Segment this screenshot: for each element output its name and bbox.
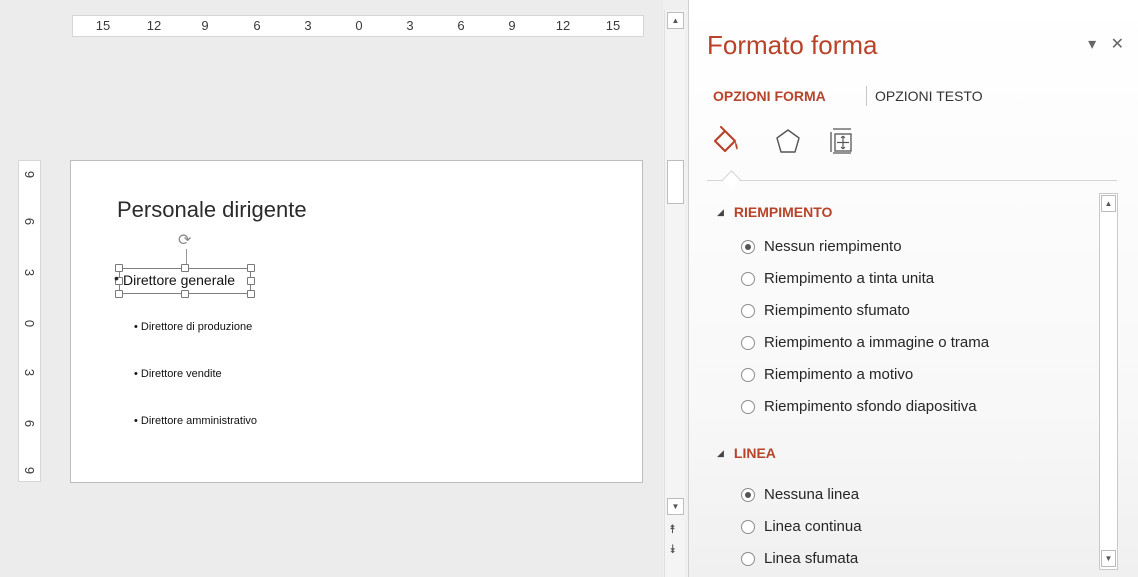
radio[interactable] — [741, 399, 755, 414]
close-icon[interactable]: ✕ — [1111, 36, 1124, 53]
resize-handle[interactable] — [181, 264, 189, 272]
resize-handle[interactable] — [247, 264, 255, 272]
option-solid-line[interactable]: Linea continua — [741, 518, 862, 535]
ruler-tick: 3 — [406, 18, 414, 33]
option-label: Riempimento a tinta unita — [764, 270, 935, 287]
list-item[interactable]: • Direttore di produzione — [134, 321, 252, 333]
ruler-tick: 9 — [508, 18, 516, 33]
bullet: • — [114, 270, 119, 286]
ruler-tick: 12 — [555, 18, 571, 33]
slide-title[interactable]: Personale dirigente — [117, 197, 307, 223]
radio-selected[interactable] — [741, 239, 755, 254]
ruler-tick: 12 — [146, 18, 162, 33]
section-line-title: LINEA — [733, 445, 776, 461]
option-label: Nessuna linea — [764, 486, 860, 503]
ruler-tick: 6 — [21, 419, 37, 427]
option-gradient-fill[interactable]: Riempimento sfumato — [741, 302, 910, 319]
radio-selected[interactable] — [741, 487, 755, 502]
previous-slide-button[interactable]: ⯭ — [669, 522, 676, 537]
ruler-tick: 9 — [21, 466, 37, 474]
option-no-fill[interactable]: Nessun riempimento — [741, 238, 902, 255]
size-properties-icon[interactable] — [827, 126, 857, 156]
pane-scroll-up-button[interactable]: ▲ — [1101, 195, 1116, 212]
ruler-tick: 3 — [21, 268, 37, 276]
option-label: Riempimento a motivo — [764, 366, 914, 383]
horizontal-ruler: 15 12 9 6 3 0 3 6 9 12 15 — [72, 15, 644, 37]
slide-scrollbar[interactable]: ▲ ▼ ⯭ ⯯ — [664, 10, 685, 577]
option-label: Riempimento sfumato — [764, 302, 910, 319]
selected-item-text[interactable]: Direttore generale — [123, 272, 235, 288]
section-line-header[interactable]: ◢ LINEA — [717, 445, 776, 461]
radio[interactable] — [741, 367, 755, 382]
ruler-tick: 15 — [605, 18, 621, 33]
option-no-line[interactable]: Nessuna linea — [741, 486, 859, 503]
list-item[interactable]: • Direttore amministrativo — [134, 415, 257, 427]
ruler-tick: 0 — [21, 319, 37, 327]
ruler-tick: 3 — [304, 18, 312, 33]
option-gradient-line[interactable]: Linea sfumata — [741, 550, 858, 567]
radio[interactable] — [741, 335, 755, 350]
format-shape-pane: Formato forma ▾ ✕ OPZIONI FORMA OPZIONI … — [688, 0, 1138, 577]
ruler-tick: 0 — [355, 18, 363, 33]
option-label: Riempimento a immagine o trama — [764, 334, 990, 351]
collapse-triangle-icon: ◢ — [717, 448, 724, 458]
scroll-down-button[interactable]: ▼ — [667, 498, 684, 515]
tab-divider — [866, 86, 867, 106]
ruler-tick: 6 — [457, 18, 465, 33]
vertical-ruler: 9 6 3 0 3 6 9 — [18, 160, 41, 482]
resize-handle[interactable] — [181, 290, 189, 298]
ruler-tick: 9 — [21, 170, 37, 178]
option-background-fill[interactable]: Riempimento sfondo diapositiva — [741, 398, 977, 415]
option-label: Nessun riempimento — [764, 238, 902, 255]
resize-handle[interactable] — [115, 290, 123, 298]
slide-canvas[interactable]: Personale dirigente ⟳ • Direttore genera… — [70, 160, 643, 483]
resize-handle[interactable] — [247, 277, 255, 285]
radio[interactable] — [741, 551, 755, 566]
resize-handle[interactable] — [247, 290, 255, 298]
ruler-tick: 6 — [253, 18, 261, 33]
option-solid-fill[interactable]: Riempimento a tinta unita — [741, 270, 934, 287]
pane-scrollbar[interactable]: ▲ ▼ — [1099, 193, 1118, 570]
rotate-handle-icon[interactable]: ⟳ — [178, 233, 191, 249]
tab-shape-options[interactable]: OPZIONI FORMA — [713, 88, 826, 104]
effects-icon[interactable] — [773, 126, 803, 156]
section-fill-title: RIEMPIMENTO — [733, 204, 833, 220]
pane-options-icon[interactable]: ▾ — [1088, 36, 1096, 53]
tab-text-options[interactable]: OPZIONI TESTO — [875, 88, 983, 104]
pane-controls: ▾ ✕ — [1078, 34, 1124, 54]
ruler-tick: 6 — [21, 217, 37, 225]
pane-title: Formato forma — [707, 30, 878, 60]
radio[interactable] — [741, 271, 755, 286]
scroll-thumb[interactable] — [667, 160, 684, 204]
ruler-tick: 15 — [95, 18, 111, 33]
fill-line-icon[interactable] — [711, 126, 741, 156]
option-pattern-fill[interactable]: Riempimento a motivo — [741, 366, 913, 383]
ruler-tick: 3 — [21, 368, 37, 376]
category-divider — [707, 180, 1117, 181]
pane-scroll-down-button[interactable]: ▼ — [1101, 550, 1116, 567]
list-item[interactable]: • Direttore vendite — [134, 368, 222, 380]
next-slide-button[interactable]: ⯯ — [669, 542, 676, 557]
collapse-triangle-icon: ◢ — [717, 207, 724, 217]
option-label: Linea sfumata — [764, 550, 859, 567]
option-picture-fill[interactable]: Riempimento a immagine o trama — [741, 334, 989, 351]
active-category-indicator — [722, 170, 741, 189]
scroll-up-button[interactable]: ▲ — [667, 12, 684, 29]
slide-editing-area[interactable]: 15 12 9 6 3 0 3 6 9 12 15 9 6 3 0 3 6 9 … — [0, 0, 663, 577]
section-fill-header[interactable]: ◢ RIEMPIMENTO — [717, 204, 832, 220]
option-label: Riempimento sfondo diapositiva — [764, 398, 977, 415]
radio[interactable] — [741, 519, 755, 534]
radio[interactable] — [741, 303, 755, 318]
option-label: Linea continua — [764, 518, 862, 535]
ruler-tick: 9 — [201, 18, 209, 33]
